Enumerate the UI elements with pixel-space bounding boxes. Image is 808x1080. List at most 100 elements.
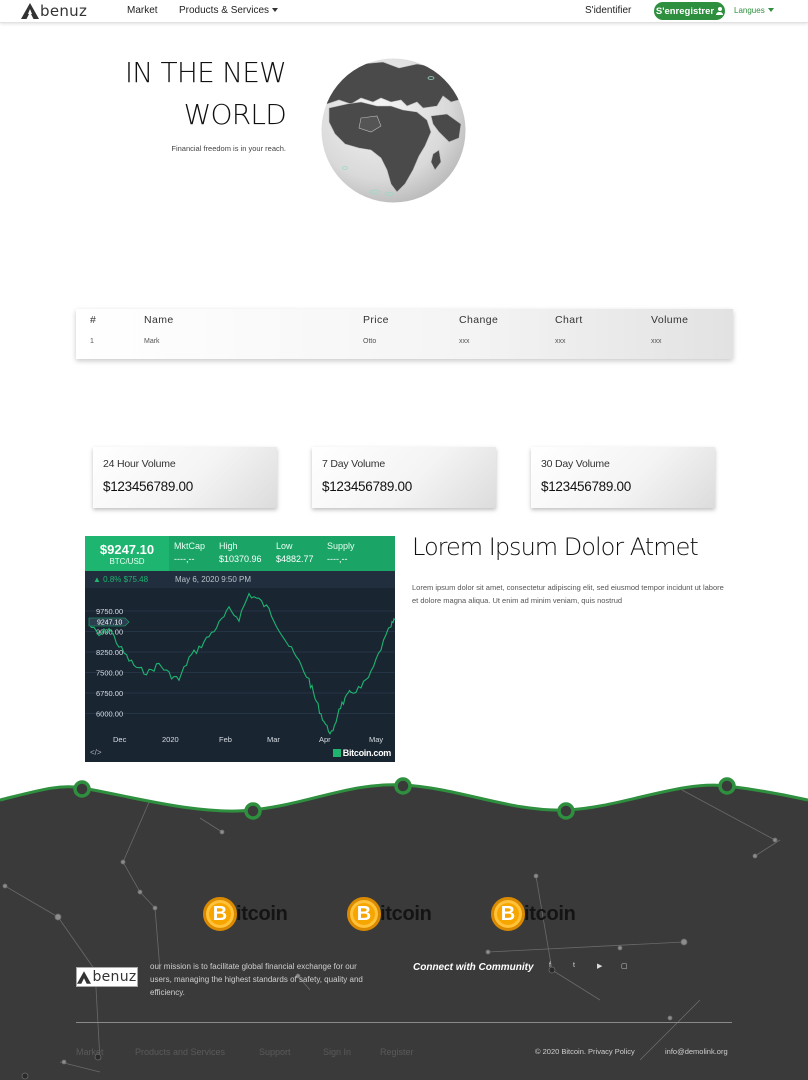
hero-title-line1: IN THE NEW [124,56,287,89]
widget-pair: BTC/USD [109,557,145,566]
bitcoin-logo: B itcoin [491,897,576,931]
facebook-icon[interactable]: f [549,962,551,969]
instagram-icon[interactable]: ▢ [621,962,628,970]
x-tick-label: Apr [319,735,331,744]
bitcoin-wordmark: itcoin [380,902,432,925]
col-header-chart: Chart [555,314,583,326]
widget-price: $9247.10 [99,542,155,557]
widget-change: ▲ 0.8% $75.48 [93,575,149,584]
contact-email[interactable]: info@demolink.org [665,1047,728,1056]
stat-card-30d: 30 Day Volume $123456789.00 [531,447,715,508]
price-line-chart: 9750.009000.008250.007500.006750.006000.… [85,592,395,744]
current-price-tag: 9247.10 [88,617,130,627]
bitcoin-com-logo[interactable]: Bitcoin.com [332,748,392,758]
low-label: Low [276,541,293,551]
footer-logo[interactable]: benuz [76,967,138,987]
globe-icon [321,58,466,203]
y-tick-label: 6750.00 [96,689,123,698]
high-label: High [219,541,238,551]
col-header-name: Name [144,314,174,326]
col-header-index: # [90,314,97,326]
logo-mark-icon [77,970,92,984]
brand-mark-icon [332,749,341,757]
low-value: $4882.77 [276,554,314,564]
stat-card-24h: 24 Hour Volume $123456789.00 [93,447,277,508]
register-label: S'enregistrer [655,5,715,17]
footer-link-signin[interactable]: Sign In [323,1047,351,1057]
widget-date: May 6, 2020 9:50 PM [175,575,252,584]
language-dropdown[interactable]: Langues [734,6,774,15]
logo-text: benuz [40,2,88,20]
y-tick-label: 9750.00 [96,607,123,616]
bitcoin-wordmark: itcoin [524,902,576,925]
high-value: $10370.96 [219,554,262,564]
stat-label: 7 Day Volume [322,458,385,470]
widget-stats-bar: MktCap ----,-- High $10370.96 Low $4882.… [169,536,395,571]
col-header-change: Change [459,314,499,326]
footer-link-products[interactable]: Products and Services [135,1047,225,1057]
caret-down-icon [272,8,279,12]
cell-volume: xxx [651,338,662,345]
copyright: © 2020 Bitcoin. Privacy Policy [535,1047,635,1056]
nav-products-label: Products & Services [179,5,270,16]
price-series-line [88,592,395,735]
mktcap-value: ----,-- [174,554,195,564]
bitcoin-wordmark: itcoin [236,902,288,925]
hero-title-line2: WORLD [183,98,287,131]
bitcoin-logo: B itcoin [203,897,288,931]
nav-market-link[interactable]: Market [127,5,158,16]
mktcap-label: MktCap [174,541,206,551]
cell-chart: xxx [555,338,566,345]
stat-label: 24 Hour Volume [103,458,176,470]
footer-logo-text: benuz [92,969,137,985]
x-tick-label: Feb [219,735,232,744]
cell-index: 1 [90,338,94,345]
cell-price: Otto [363,338,377,345]
mission-statement: our mission is to facilitate global fina… [150,962,363,997]
bitcoin-coin-icon: B [203,897,237,931]
footer-link-register[interactable]: Register [380,1047,414,1057]
market-table: # Name Price Change Chart Volume 1 Mark … [76,309,733,359]
bitcoin-coin-icon: B [491,897,525,931]
stat-card-7d: 7 Day Volume $123456789.00 [312,447,496,508]
hero-subtitle: Financial freedom is in your reach. [171,144,286,153]
stat-value: $123456789.00 [103,479,193,494]
twitter-icon[interactable]: t [573,962,575,969]
footer: B itcoin B itcoin B itcoin benuz our mis… [0,760,808,1080]
x-tick-label: Mar [267,735,280,744]
widget-subbar: ▲ 0.8% $75.48 May 6, 2020 9:50 PM [85,571,395,588]
section-body: Lorem ipsum dolor sit amet, consectetur … [412,583,724,605]
y-tick-label: 8250.00 [96,648,123,657]
x-tick-label: Dec [113,735,127,744]
footer-link-support[interactable]: Support [259,1047,291,1057]
supply-label: Supply [327,541,355,551]
connect-heading: Connect with Community [413,962,534,973]
logo-mark-icon [21,3,39,19]
caret-down-icon [767,8,774,12]
cell-change: xxx [459,338,470,345]
bitcoin-logo: B itcoin [347,897,432,931]
current-price-label: 9247.10 [97,620,122,627]
widget-change-value: 0.8% $75.48 [103,575,149,584]
brand-text: Bitcoin.com [342,748,392,758]
youtube-icon[interactable]: ▶ [597,962,602,970]
brand-logo[interactable]: benuz [21,1,87,21]
y-tick-label: 7500.00 [96,669,123,678]
user-icon [716,7,724,15]
btc-price-widget[interactable]: $9247.10 BTC/USD MktCap ----,-- High $10… [85,536,395,762]
page: benuz Market Products & Services S'ident… [0,0,808,1080]
nav-products-dropdown[interactable]: Products & Services [179,5,279,16]
nav-signin-link[interactable]: S'identifier [585,5,631,16]
register-button[interactable]: S'enregistrer [654,2,725,20]
x-tick-label: May [369,735,383,744]
top-navbar: benuz Market Products & Services S'ident… [0,0,808,23]
stat-label: 30 Day Volume [541,458,610,470]
cell-name: Mark [144,338,160,345]
footer-link-market[interactable]: Market [76,1047,104,1057]
language-label: Langues [734,6,765,15]
widget-price-box: $9247.10 BTC/USD [85,536,169,571]
embed-code-icon[interactable]: </> [90,748,102,757]
x-tick-label: 2020 [162,735,179,744]
bitcoin-coin-icon: B [347,897,381,931]
col-header-price: Price [363,314,389,326]
